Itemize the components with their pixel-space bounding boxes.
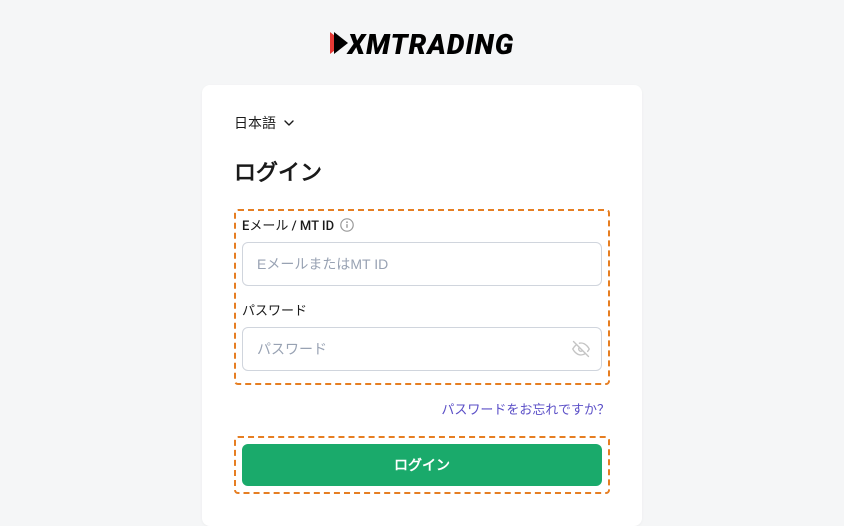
- language-selector[interactable]: 日本語: [234, 113, 294, 133]
- login-card: 日本語 ログイン Eメール / MT ID: [202, 85, 642, 526]
- login-button[interactable]: ログイン: [242, 444, 602, 486]
- login-button-highlight: ログイン: [234, 436, 610, 494]
- email-input[interactable]: [242, 242, 602, 286]
- page-title: ログイン: [234, 155, 610, 187]
- email-label: Eメール / MT ID: [242, 215, 334, 234]
- language-current: 日本語: [234, 113, 276, 133]
- brand-logo: XMTRADING: [330, 28, 514, 61]
- info-icon[interactable]: [340, 218, 354, 232]
- eye-off-icon[interactable]: [572, 340, 590, 358]
- email-field-group: Eメール / MT ID: [242, 215, 602, 286]
- chevron-down-icon: [284, 120, 294, 126]
- logo-arrow-icon: [330, 30, 350, 60]
- password-input-wrapper: [242, 327, 602, 371]
- forgot-password-link[interactable]: パスワードをお忘れですか？: [441, 403, 610, 418]
- password-input[interactable]: [242, 327, 602, 371]
- password-label-row: パスワード: [242, 300, 602, 319]
- email-label-row: Eメール / MT ID: [242, 215, 602, 234]
- credentials-highlight: Eメール / MT ID パスワード: [234, 209, 610, 385]
- password-field-group: パスワード: [242, 300, 602, 371]
- password-label: パスワード: [242, 300, 307, 319]
- forgot-row: パスワードをお忘れですか？: [234, 399, 610, 418]
- brand-name: XMTRADING: [348, 28, 514, 61]
